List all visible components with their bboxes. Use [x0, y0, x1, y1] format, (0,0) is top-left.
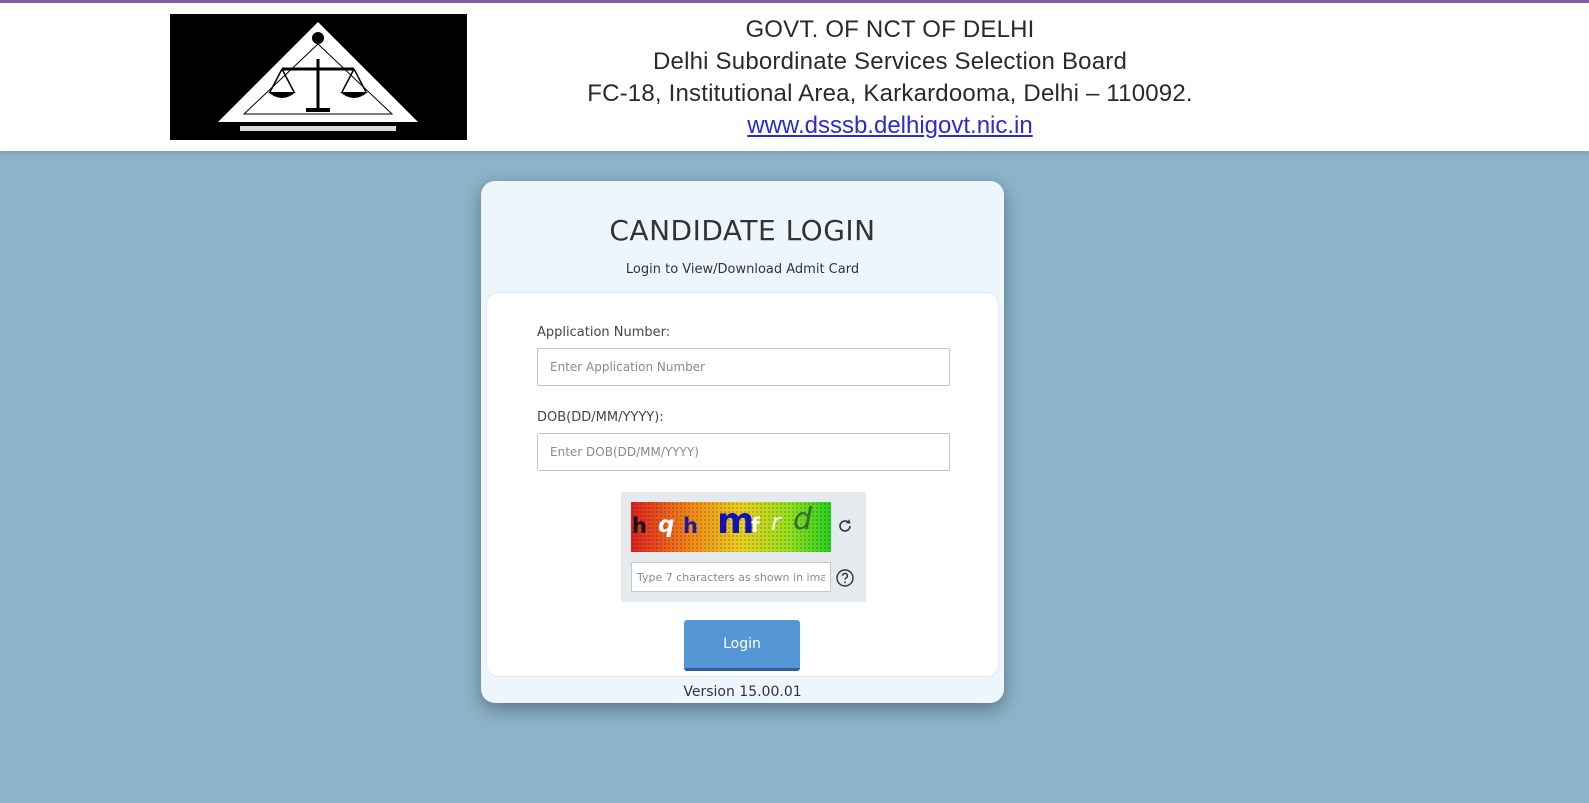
captcha-char: r [771, 508, 781, 536]
dsssb-logo [170, 14, 467, 140]
login-button[interactable]: Login [684, 620, 800, 671]
scales-of-justice-emblem-icon [218, 22, 418, 134]
captcha-image: h q h m f r d [631, 502, 831, 552]
captcha-char: f [751, 513, 760, 537]
site-header: GOVT. OF NCT OF DELHI Delhi Subordinate … [0, 3, 1589, 151]
captcha-char: m [717, 502, 755, 542]
application-number-input[interactable] [537, 348, 950, 386]
captcha-characters: h q h m f r d [631, 502, 831, 552]
govt-title: GOVT. OF NCT OF DELHI [745, 16, 1035, 43]
dob-label: DOB(DD/MM/YYYY): [537, 410, 664, 425]
captcha-char: h [632, 514, 647, 538]
application-number-label: Application Number: [537, 325, 671, 340]
captcha-char: d [793, 502, 813, 537]
captcha-panel: h q h m f r d [621, 492, 866, 602]
login-title: CANDIDATE LOGIN [609, 214, 876, 247]
login-form: Application Number: DOB(DD/MM/YYYY): h q… [486, 292, 999, 677]
website-link[interactable]: www.dsssb.delhigovt.nic.in [747, 110, 1032, 142]
login-card: CANDIDATE LOGIN Login to View/Download A… [481, 181, 1004, 703]
board-name: Delhi Subordinate Services Selection Boa… [653, 48, 1127, 75]
captcha-char: h [683, 514, 698, 538]
dob-input[interactable] [537, 433, 950, 471]
board-address: FC-18, Institutional Area, Karkardooma, … [587, 80, 1193, 107]
header-text-block: GOVT. OF NCT OF DELHI Delhi Subordinate … [560, 14, 1220, 142]
question-circle-icon[interactable] [835, 568, 855, 588]
captcha-char: q [658, 512, 675, 538]
refresh-icon[interactable] [835, 516, 855, 536]
captcha-input[interactable] [631, 562, 831, 592]
login-subtitle: Login to View/Download Admit Card [625, 262, 860, 277]
version-text: Version 15.00.01 [683, 684, 802, 700]
